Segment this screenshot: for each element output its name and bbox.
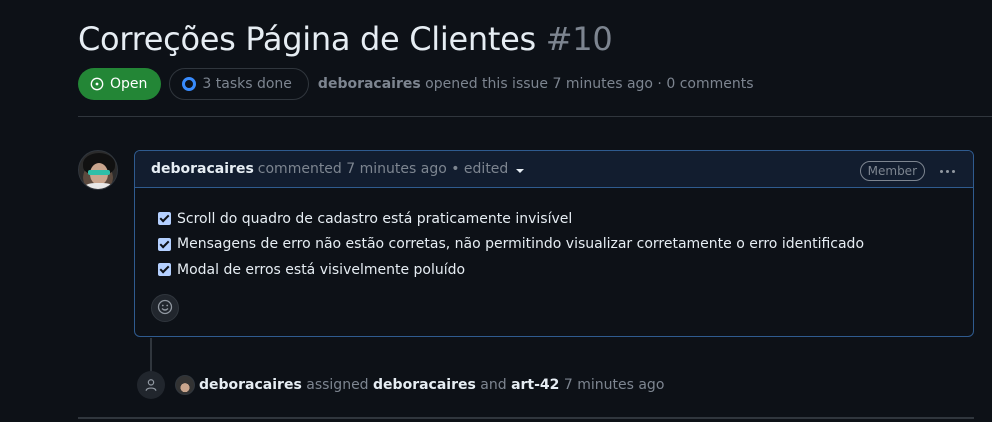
smiley-icon	[157, 299, 173, 318]
task-item: Scroll do quadro de cadastro está pratic…	[158, 206, 864, 232]
kebab-menu-icon[interactable]	[940, 161, 955, 181]
event-time[interactable]: 7 minutes ago	[564, 377, 665, 393]
timeline-event-assigned: deboracaires assigned deboracaires and a…	[137, 370, 664, 400]
timeline-divider	[78, 417, 974, 419]
issue-meta: Open 3 tasks done deboracaires opened th…	[78, 68, 754, 100]
issue-number: #10	[545, 20, 613, 58]
task-item: Mensagens de erro não estão corretas, nã…	[158, 232, 864, 258]
task-checkbox[interactable]	[158, 263, 171, 277]
task-text: Modal de erros está visivelmente poluído	[177, 261, 466, 278]
event-assignee-link[interactable]: art-42	[511, 377, 559, 393]
member-badge: Member	[859, 161, 925, 181]
event-actor-link[interactable]: deboracaires	[199, 377, 302, 393]
person-icon	[137, 371, 165, 399]
issue-state-label: Open	[110, 76, 148, 92]
comment-author-link[interactable]: deboracaires	[151, 161, 254, 177]
issue-author-link[interactable]: deboracaires	[318, 76, 421, 92]
chevron-down-icon[interactable]	[516, 168, 525, 173]
comment-meta[interactable]: commented 7 minutes ago • edited	[258, 161, 509, 177]
event-action: assigned	[306, 377, 369, 393]
task-checkbox[interactable]	[158, 212, 171, 226]
tasks-progress-badge[interactable]: 3 tasks done	[169, 68, 309, 100]
task-checkbox[interactable]	[158, 237, 171, 251]
issue-state-badge: Open	[78, 68, 162, 100]
tasks-progress-icon	[182, 77, 197, 91]
comment-header: deboracaires commented 7 minutes ago • e…	[135, 151, 973, 188]
event-conjunction: and	[480, 377, 507, 393]
tasks-progress-label: 3 tasks done	[202, 76, 292, 92]
issue-opened-icon	[90, 77, 104, 91]
header-divider	[78, 116, 992, 117]
issue-opened-text: deboracaires opened this issue 7 minutes…	[318, 76, 754, 92]
task-list: Scroll do quadro de cadastro está pratic…	[158, 206, 864, 283]
avatar[interactable]	[175, 375, 195, 395]
timeline-line	[150, 338, 152, 374]
task-text: Mensagens de erro não estão corretas, nã…	[177, 236, 865, 253]
add-reaction-button[interactable]	[151, 294, 179, 322]
issue-title: Correções Página de Clientes #10	[78, 20, 613, 58]
task-text: Scroll do quadro de cadastro está pratic…	[177, 210, 573, 227]
task-item: Modal de erros está visivelmente poluído	[158, 257, 864, 283]
avatar[interactable]	[78, 150, 118, 190]
issue-opened-meta: opened this issue 7 minutes ago · 0 comm…	[425, 76, 754, 92]
issue-comment: deboracaires commented 7 minutes ago • e…	[134, 150, 974, 337]
issue-title-text: Correções Página de Clientes	[78, 20, 536, 58]
event-assignee-link[interactable]: deboracaires	[373, 377, 476, 393]
